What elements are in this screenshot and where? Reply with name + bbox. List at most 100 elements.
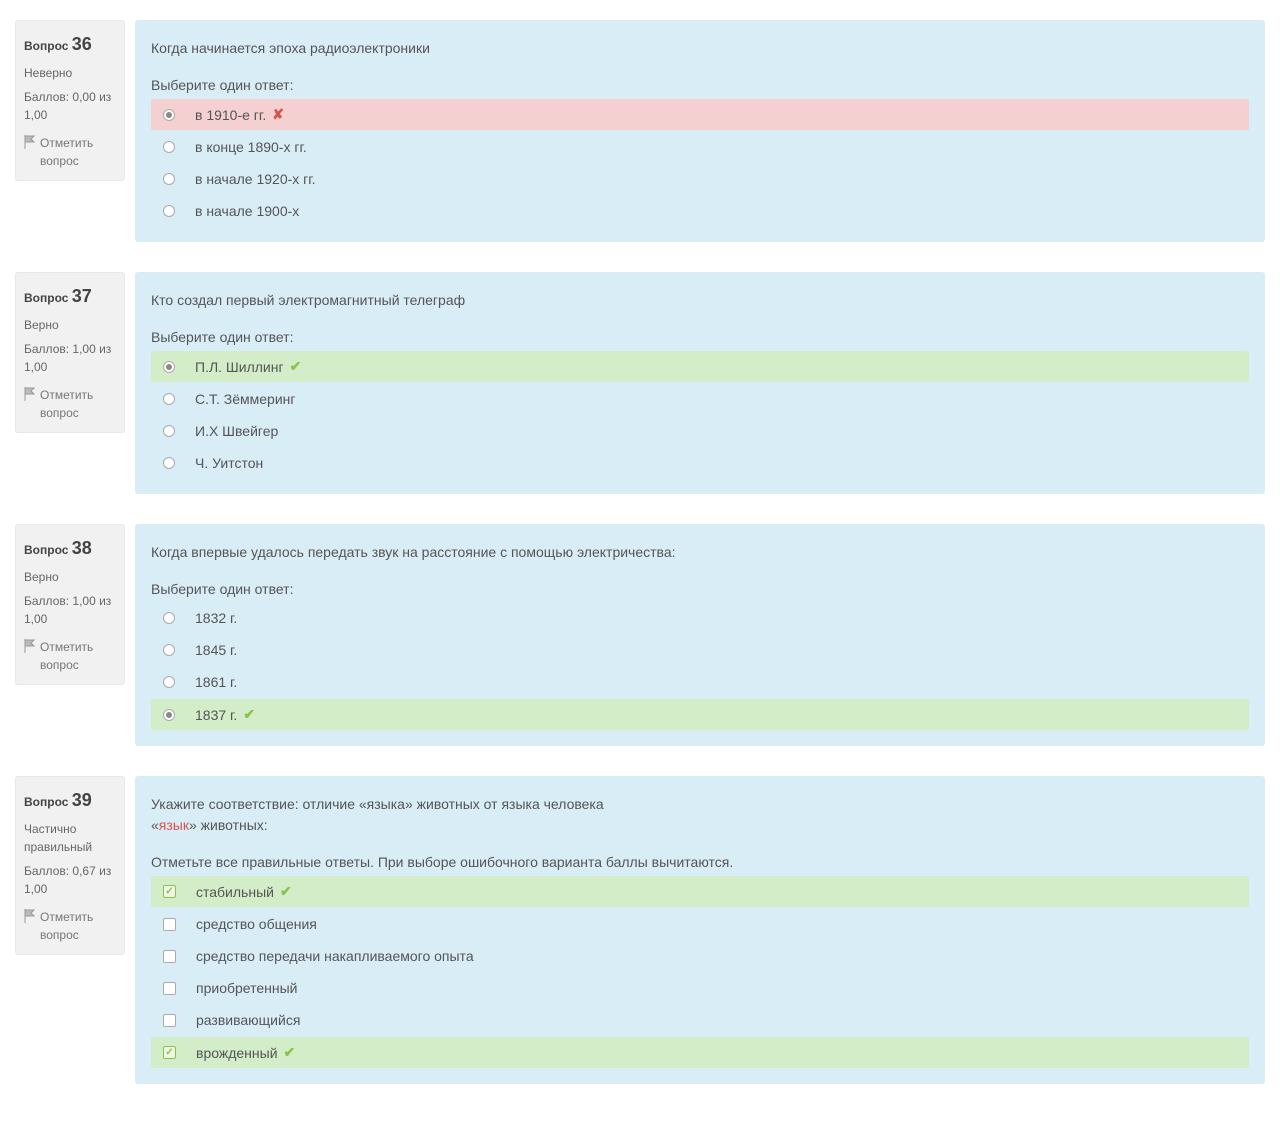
question-block: Вопрос 36НеверноБаллов: 0,00 из 1,00Отме… bbox=[15, 20, 1265, 242]
answer-row[interactable]: в начале 1920-х гг. bbox=[151, 164, 1249, 194]
question-block: Вопрос 37ВерноБаллов: 1,00 из 1,00Отмети… bbox=[15, 272, 1265, 494]
answer-row[interactable]: врожденный✔ bbox=[151, 1037, 1249, 1068]
radio-input[interactable] bbox=[163, 709, 175, 721]
answer-prompt: Отметьте все правильные ответы. При выбо… bbox=[151, 854, 1249, 870]
question-text: Укажите соответствие: отличие «языка» жи… bbox=[151, 794, 1249, 836]
answer-text: 1837 г. bbox=[195, 707, 237, 723]
answer-label: стабильный✔ bbox=[196, 883, 292, 900]
question-text-highlight: язык bbox=[159, 817, 189, 833]
question-label: Вопрос bbox=[24, 795, 68, 809]
radio-input[interactable] bbox=[163, 173, 175, 185]
answer-label: И.Х Швейгер bbox=[195, 423, 278, 439]
answer-label: приобретенный bbox=[196, 980, 298, 996]
answer-row[interactable]: средство общения bbox=[151, 909, 1249, 939]
answer-label: П.Л. Шиллинг✔ bbox=[195, 358, 301, 375]
answer-label: развивающийся bbox=[196, 1012, 300, 1028]
answer-prompt: Выберите один ответ: bbox=[151, 77, 1249, 93]
answer-row[interactable]: 1832 г. bbox=[151, 603, 1249, 633]
check-icon: ✔ bbox=[290, 358, 302, 375]
answer-row[interactable]: в начале 1900-х bbox=[151, 196, 1249, 226]
radio-input[interactable] bbox=[163, 141, 175, 153]
question-text: Когда начинается эпоха радиоэлектроники bbox=[151, 38, 1249, 59]
radio-input[interactable] bbox=[163, 393, 175, 405]
answer-row[interactable]: средство передачи накапливаемого опыта bbox=[151, 941, 1249, 971]
answer-row[interactable]: И.Х Швейгер bbox=[151, 416, 1249, 446]
question-number: 38 bbox=[72, 538, 92, 558]
answer-row[interactable]: стабильный✔ bbox=[151, 876, 1249, 907]
answers-list: П.Л. Шиллинг✔ С.Т. Зёммеринг И.Х Швейгер Ч.… bbox=[151, 351, 1249, 478]
checkbox-input[interactable] bbox=[163, 950, 176, 963]
flag-question-link[interactable]: Отметить вопрос bbox=[24, 386, 116, 422]
answers-list: 1832 г. 1845 г. 1861 г. 1837 г. ✔ bbox=[151, 603, 1249, 730]
answer-label: в 1910-е гг.✘ bbox=[195, 106, 284, 123]
radio-input[interactable] bbox=[163, 205, 175, 217]
radio-input[interactable] bbox=[163, 361, 175, 373]
flag-label: Отметить вопрос bbox=[40, 134, 116, 170]
question-state: Неверно bbox=[24, 64, 116, 82]
radio-input[interactable] bbox=[163, 612, 175, 624]
checkbox-input[interactable] bbox=[163, 1046, 176, 1059]
answer-text: в начале 1900-х bbox=[195, 203, 299, 219]
question-info: Вопрос 38ВерноБаллов: 1,00 из 1,00Отмети… bbox=[15, 524, 125, 685]
answer-text: Ч. Уитстон bbox=[195, 455, 263, 471]
flag-icon bbox=[24, 387, 36, 401]
answers-list: стабильный✔ средство общения средство пере… bbox=[151, 876, 1249, 1068]
check-icon: ✔ bbox=[243, 706, 255, 723]
answer-row[interactable]: 1861 г. bbox=[151, 667, 1249, 697]
answer-label: в начале 1920-х гг. bbox=[195, 171, 316, 187]
answer-row[interactable]: приобретенный bbox=[151, 973, 1249, 1003]
answer-text: приобретенный bbox=[196, 980, 298, 996]
answer-label: 1837 г. ✔ bbox=[195, 706, 255, 723]
question-text-line: Укажите соответствие: отличие «языка» жи… bbox=[151, 796, 604, 812]
answer-row[interactable]: Ч. Уитстон bbox=[151, 448, 1249, 478]
answer-row[interactable]: 1845 г. bbox=[151, 635, 1249, 665]
flag-question-link[interactable]: Отметить вопрос bbox=[24, 908, 116, 944]
question-info: Вопрос 37ВерноБаллов: 1,00 из 1,00Отмети… bbox=[15, 272, 125, 433]
question-info: Вопрос 36НеверноБаллов: 0,00 из 1,00Отме… bbox=[15, 20, 125, 181]
question-block: Вопрос 38ВерноБаллов: 1,00 из 1,00Отмети… bbox=[15, 524, 1265, 746]
flag-label: Отметить вопрос bbox=[40, 386, 116, 422]
radio-input[interactable] bbox=[163, 676, 175, 688]
answer-text: 1845 г. bbox=[195, 642, 237, 658]
question-number: 39 bbox=[72, 790, 92, 810]
checkbox-input[interactable] bbox=[163, 885, 176, 898]
answer-row[interactable]: в 1910-е гг.✘ bbox=[151, 99, 1249, 130]
question-grade: Баллов: 1,00 из 1,00 bbox=[24, 592, 116, 628]
check-icon: ✔ bbox=[280, 883, 292, 900]
answer-row[interactable]: 1837 г. ✔ bbox=[151, 699, 1249, 730]
radio-input[interactable] bbox=[163, 425, 175, 437]
radio-input[interactable] bbox=[163, 644, 175, 656]
question-state: Частично правильный bbox=[24, 820, 116, 856]
question-grade: Баллов: 1,00 из 1,00 bbox=[24, 340, 116, 376]
question-number: 37 bbox=[72, 286, 92, 306]
cross-icon: ✘ bbox=[272, 106, 284, 123]
answer-text: средство общения bbox=[196, 916, 317, 932]
answer-label: в начале 1900-х bbox=[195, 203, 299, 219]
flag-icon bbox=[24, 909, 36, 923]
answer-label: врожденный✔ bbox=[196, 1044, 295, 1061]
answer-text: в конце 1890-х гг. bbox=[195, 139, 307, 155]
checkbox-input[interactable] bbox=[163, 1014, 176, 1027]
answer-label: С.Т. Зёммеринг bbox=[195, 391, 296, 407]
flag-question-link[interactable]: Отметить вопрос bbox=[24, 638, 116, 674]
answer-label: в конце 1890-х гг. bbox=[195, 139, 307, 155]
radio-input[interactable] bbox=[163, 109, 175, 121]
answer-row[interactable]: в конце 1890-х гг. bbox=[151, 132, 1249, 162]
question-content: Кто создал первый электромагнитный телег… bbox=[135, 272, 1265, 494]
answer-prompt: Выберите один ответ: bbox=[151, 581, 1249, 597]
checkbox-input[interactable] bbox=[163, 918, 176, 931]
question-label: Вопрос bbox=[24, 39, 68, 53]
answer-row[interactable]: П.Л. Шиллинг✔ bbox=[151, 351, 1249, 382]
check-icon: ✔ bbox=[284, 1044, 296, 1061]
question-state: Верно bbox=[24, 316, 116, 334]
question-content: Когда впервые удалось передать звук на р… bbox=[135, 524, 1265, 746]
answer-text: И.Х Швейгер bbox=[195, 423, 278, 439]
answer-row[interactable]: С.Т. Зёммеринг bbox=[151, 384, 1249, 414]
flag-question-link[interactable]: Отметить вопрос bbox=[24, 134, 116, 170]
answer-text: 1861 г. bbox=[195, 674, 237, 690]
answer-row[interactable]: развивающийся bbox=[151, 1005, 1249, 1035]
question-content: Когда начинается эпоха радиоэлектроники В… bbox=[135, 20, 1265, 242]
question-text: Кто создал первый электромагнитный телег… bbox=[151, 290, 1249, 311]
question-info: Вопрос 39Частично правильныйБаллов: 0,67… bbox=[15, 776, 125, 955]
radio-input[interactable] bbox=[163, 457, 175, 469]
